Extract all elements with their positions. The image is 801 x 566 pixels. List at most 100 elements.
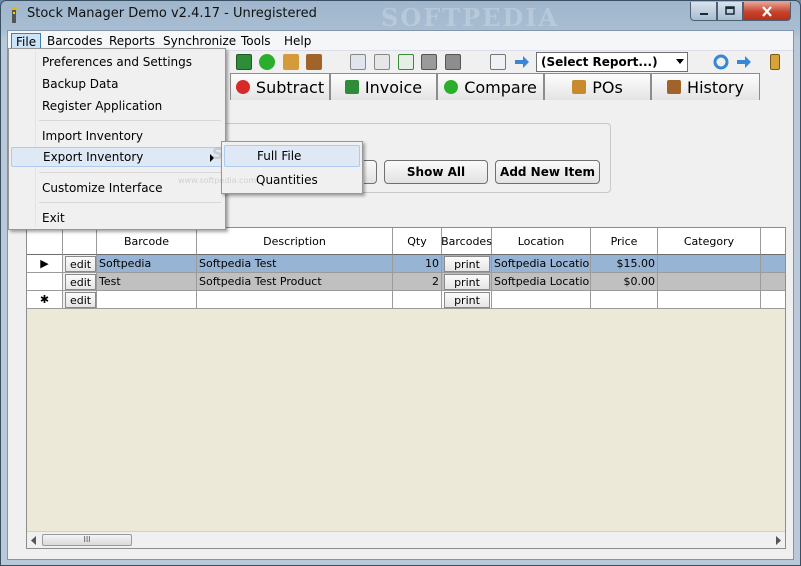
window-title: Stock Manager Demo v2.4.17 - Unregistere… [27,6,317,21]
window-icon[interactable] [350,54,366,70]
tab-subtract[interactable]: Subtract [230,73,330,100]
cell-location[interactable]: Softpedia Location [492,273,591,291]
tab-label: Compare [464,77,537,97]
edit-button[interactable]: edit [65,274,96,290]
menu-item-backup[interactable]: Backup Data [11,74,223,94]
report-icon[interactable] [490,54,506,70]
cell-description[interactable] [197,291,393,309]
cell-qty[interactable]: 2 [393,273,442,291]
cell-filler [761,255,785,273]
search-button[interactable] [364,160,377,184]
menu-synchronize[interactable]: Synchronize [159,33,240,49]
report-select[interactable]: (Select Report...) [536,52,688,72]
arrow-right-icon[interactable] [736,54,752,70]
menu-item-export[interactable]: Export Inventory [11,147,223,167]
file-menu: Preferences and Settings Backup Data Reg… [8,48,226,230]
scrollbar-thumb[interactable]: III [42,534,132,546]
cell-barcode[interactable]: Softpedia [97,255,197,273]
check-icon [444,80,459,94]
cell-qty[interactable]: 10 [393,255,442,273]
menu-item-register[interactable]: Register Application [11,96,223,116]
cell-price[interactable]: $0.00 [591,273,658,291]
cabinet-icon[interactable] [306,54,322,70]
menu-item-preferences[interactable]: Preferences and Settings [11,52,223,72]
print-button[interactable]: print [444,274,490,290]
menu-tools[interactable]: Tools [237,33,275,49]
scroll-right-icon[interactable] [774,536,782,545]
show-all-button[interactable]: Show All [384,160,488,184]
menu-reports[interactable]: Reports [105,33,159,49]
menu-item-export-label: Export Inventory [43,150,144,164]
cell-price[interactable] [591,291,658,309]
tab-compare[interactable]: Compare [437,73,544,100]
menu-item-full-file[interactable]: Full File [224,145,360,167]
cell-filler [761,291,785,309]
tab-invoice[interactable]: Invoice [330,73,437,100]
cell-qty[interactable] [393,291,442,309]
tab-label: History [687,77,744,97]
maximize-button[interactable] [717,2,743,21]
battery-icon[interactable] [770,54,780,70]
edit-button[interactable]: edit [65,292,96,308]
tab-label: Subtract [255,77,325,97]
column-header-barcode[interactable]: Barcode [97,228,197,255]
print-button[interactable]: print [444,256,490,272]
minimize-icon [699,13,708,15]
edit-button[interactable]: edit [65,256,96,272]
menu-separator [39,172,221,173]
cell-category[interactable] [658,273,761,291]
column-header-barcodes[interactable]: Barcodes [441,228,492,255]
sync-icon[interactable] [713,54,729,70]
watermark-url: www.softpedia.com [178,176,257,185]
cell-price[interactable]: $15.00 [591,255,658,273]
export-submenu: SOFTPEDIA Full File Quantities [212,141,363,194]
inventory-grid: Barcode Description Qty Barcodes Locatio… [26,227,786,549]
watermark: SOFTPEDIA [381,3,560,32]
menu-file[interactable]: File [11,33,42,49]
column-header-description[interactable]: Description [197,228,393,255]
cell-barcode[interactable] [97,291,197,309]
check-icon[interactable] [259,54,275,70]
cell-barcode[interactable]: Test [97,273,197,291]
column-header-location[interactable]: Location [492,228,591,255]
menu-barcodes[interactable]: Barcodes [43,33,106,49]
invoice-icon [344,80,359,94]
tab-pos[interactable]: POs [544,73,651,100]
cell-filler [761,273,785,291]
cabinet-icon [667,80,682,94]
horizontal-scrollbar[interactable]: III [27,531,785,548]
cell-location[interactable]: Softpedia Location [492,255,591,273]
column-header-price[interactable]: Price [591,228,658,255]
close-icon [762,5,772,17]
cell-category[interactable] [658,255,761,273]
scroll-left-icon[interactable] [30,536,38,545]
tab-history[interactable]: History [651,73,760,100]
row-marker [27,273,63,291]
cell-description[interactable]: Softpedia Test [197,255,393,273]
maximize-icon [725,6,735,15]
windows-icon[interactable] [374,54,390,70]
column-header-qty[interactable]: Qty [393,228,442,255]
printer-icon[interactable] [421,54,437,70]
app-icon [11,7,17,23]
box-icon[interactable] [283,54,299,70]
add-window-icon[interactable] [398,54,414,70]
cell-location[interactable] [492,291,591,309]
menu-separator [39,120,221,121]
cell-category[interactable] [658,291,761,309]
row-header-corner [27,228,63,255]
invoice-icon[interactable] [236,54,252,70]
add-new-item-button[interactable]: Add New Item [495,160,600,184]
close-button[interactable] [743,2,791,21]
cell-description[interactable]: Softpedia Test Product [197,273,393,291]
title-bar[interactable]: Stock Manager Demo v2.4.17 - Unregistere… [1,1,800,32]
menu-help[interactable]: Help [280,33,315,49]
menu-separator [39,202,221,203]
menu-item-exit[interactable]: Exit [11,208,223,228]
print-preview-icon[interactable] [445,54,461,70]
print-button[interactable]: print [444,292,490,308]
column-header-category[interactable]: Category [658,228,761,255]
minimize-button[interactable] [690,2,717,21]
arrow-right-icon[interactable] [514,54,530,70]
menu-item-import[interactable]: Import Inventory [11,126,223,146]
